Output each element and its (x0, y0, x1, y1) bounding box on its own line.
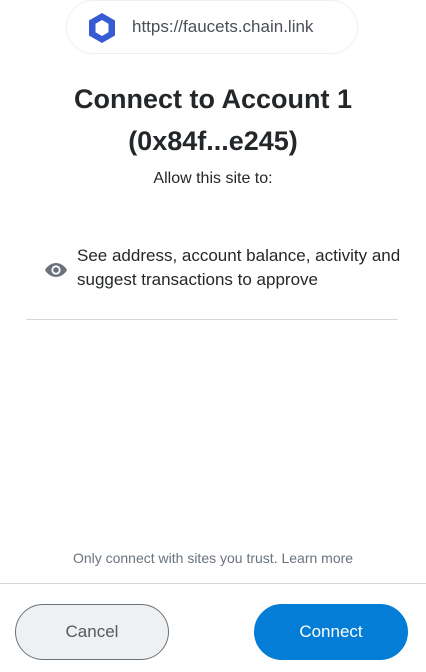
footer-divider (0, 583, 426, 584)
connect-account-dialog: https://faucets.chain.link Connect to Ac… (0, 0, 426, 672)
permission-item: See address, account balance, activity a… (44, 244, 414, 296)
chainlink-hexagon-icon (84, 10, 120, 46)
permission-text: See address, account balance, activity a… (77, 246, 401, 289)
account-address: (0x84f...e245) (128, 126, 298, 156)
connect-button[interactable]: Connect (254, 604, 408, 660)
site-url: https://faucets.chain.link (132, 17, 314, 36)
divider (26, 319, 398, 320)
learn-more-link[interactable]: Learn more (281, 550, 353, 566)
trust-notice: Only connect with sites you trust. Learn… (0, 550, 426, 566)
cancel-button[interactable]: Cancel (15, 604, 169, 660)
eye-icon (44, 258, 68, 282)
permissions-intro: Allow this site to: (153, 170, 273, 187)
site-origin-pill: https://faucets.chain.link (66, 0, 358, 54)
trust-text: Only connect with sites you trust. (72, 550, 278, 566)
page-title: Connect to Account 1 (73, 84, 352, 114)
